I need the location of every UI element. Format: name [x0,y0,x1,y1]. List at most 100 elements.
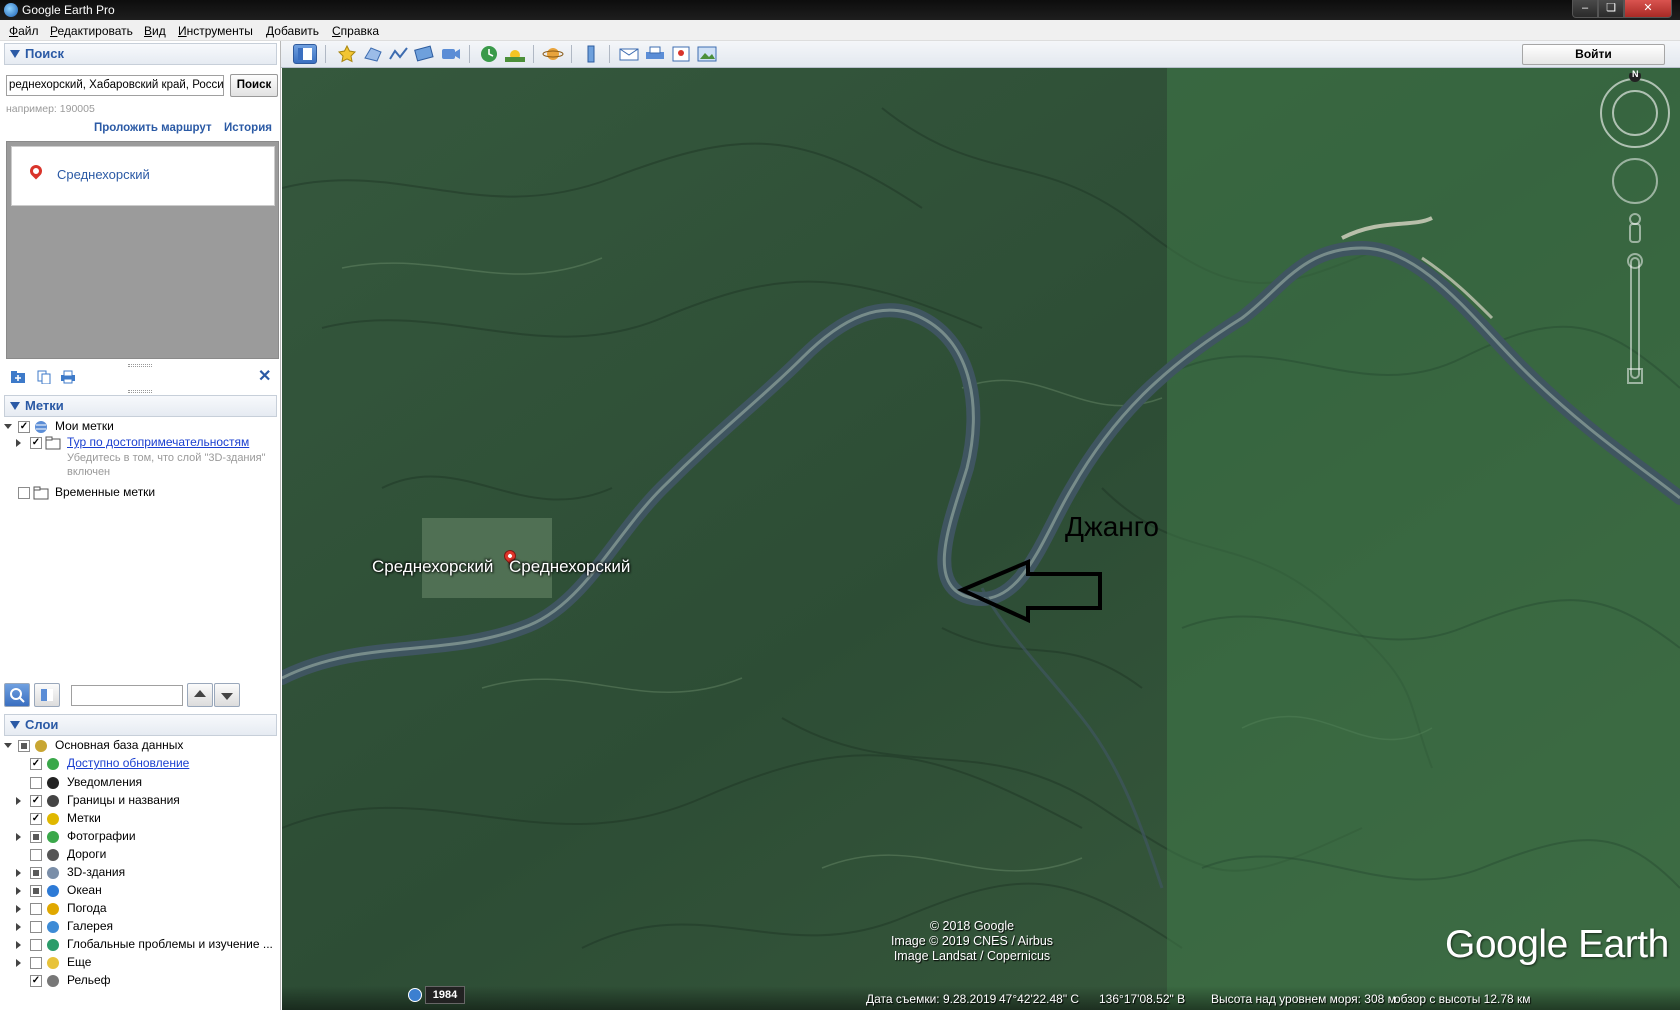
checkbox[interactable] [18,487,30,499]
navigation-controls[interactable] [1595,73,1675,453]
layer-item[interactable]: Фотографии [0,829,281,845]
map-viewport[interactable]: Среднехорский Среднехорский Джанго N © 2… [282,68,1680,1010]
search-button[interactable]: Поиск [230,74,278,97]
print-icon[interactable] [60,370,76,384]
layer-item[interactable]: Дороги [0,847,281,863]
expand-arrow-icon[interactable] [16,959,21,967]
places-item-my-places[interactable]: ✓ Мои метки [0,419,281,435]
toggle-panel-button[interactable] [34,683,60,707]
sign-in-button[interactable]: Войти [1522,44,1665,65]
search-result-name[interactable]: Среднехорский [57,167,150,182]
checkbox[interactable]: ✓ [18,421,30,433]
checkbox[interactable] [30,849,42,861]
layer-item-label: Дороги [67,847,107,861]
checkbox[interactable] [30,903,42,915]
expand-arrow-icon[interactable] [4,424,12,429]
planets-icon[interactable] [541,44,565,64]
layer-item[interactable]: Основная база данных [0,738,281,754]
layer-item[interactable]: Уведомления [0,775,281,791]
title-bar: Google Earth Pro – ❏ ✕ [0,0,1680,20]
menu-file[interactable]: Файл [9,24,39,38]
imagery-year-badge[interactable]: 1984 [425,986,465,1004]
menu-edit[interactable]: Редактировать [50,24,133,38]
print-map-icon[interactable] [643,44,667,64]
email-icon[interactable] [617,44,641,64]
checkbox[interactable]: ✓ [30,975,42,987]
search-input[interactable]: реднехорский, Хабаровский край, Россия [6,75,224,96]
add-polygon-icon[interactable] [361,44,385,64]
history-link[interactable]: История [224,122,272,134]
minimize-button[interactable]: – [1572,0,1598,18]
layer-item[interactable]: Галерея [0,919,281,935]
map-place-label[interactable]: Среднехорский [372,557,493,577]
layer-item[interactable]: Погода [0,901,281,917]
checkbox[interactable] [30,885,42,897]
layer-item[interactable]: ✓ Доступно обновление [0,756,281,772]
expand-arrow-icon[interactable] [16,905,21,913]
add-placemark-icon[interactable] [335,44,359,64]
places-item-label[interactable]: Тур по достопримечательностям [67,435,249,449]
layers-panel-header[interactable]: Слои [4,714,277,736]
layer-item[interactable]: ✓ Рельеф [0,973,281,989]
close-panel-icon[interactable]: ✕ [258,366,271,386]
expand-arrow-icon[interactable] [16,941,21,949]
panel-resize-grip[interactable] [128,364,152,367]
move-down-button[interactable] [214,683,240,707]
toolbar-separator [325,45,326,63]
checkbox[interactable] [30,831,42,843]
places-panel-header[interactable]: Метки [4,395,277,417]
add-path-icon[interactable] [387,44,411,64]
expand-arrow-icon[interactable] [16,797,21,805]
sidebar-toggle-icon[interactable] [293,44,317,64]
layer-item[interactable]: ✓ Границы и названия [0,793,281,809]
add-folder-icon[interactable] [10,370,26,384]
expand-arrow-icon[interactable] [16,923,21,931]
checkbox[interactable]: ✓ [30,795,42,807]
places-filter-input[interactable] [71,685,183,706]
layer-item[interactable]: Еще [0,955,281,971]
checkbox[interactable]: ✓ [30,758,42,770]
checkbox[interactable] [18,740,30,752]
expand-arrow-icon[interactable] [16,887,21,895]
panel-resize-grip[interactable] [128,390,152,393]
places-item-temporary[interactable]: Временные метки [0,485,281,501]
checkbox[interactable] [30,939,42,951]
search-panel-header[interactable]: Поиск [4,43,277,65]
search-places-button[interactable] [4,683,30,707]
layer-item-label[interactable]: Доступно обновление [67,756,189,770]
layer-item[interactable]: Глобальные проблемы и изучение ... [0,937,281,953]
menu-view[interactable]: Вид [144,24,166,38]
map-place-label[interactable]: Среднехорский [509,557,630,577]
checkbox[interactable] [30,777,42,789]
expand-arrow-icon[interactable] [16,833,21,841]
checkbox[interactable]: ✓ [30,437,42,449]
layer-item[interactable]: ✓ Метки [0,811,281,827]
add-image-overlay-icon[interactable] [413,44,437,64]
checkbox[interactable] [30,957,42,969]
historical-imagery-icon[interactable] [477,44,501,64]
record-tour-icon[interactable] [439,44,463,64]
menu-help[interactable]: Справка [332,24,379,38]
layer-item[interactable]: Океан [0,883,281,899]
ruler-icon[interactable] [579,44,603,64]
layer-item[interactable]: 3D-здания [0,865,281,881]
expand-arrow-icon[interactable] [16,869,21,877]
copy-icon[interactable] [36,370,52,385]
historical-clock-icon[interactable] [408,988,422,1002]
directions-link[interactable]: Проложить маршрут [94,122,212,134]
checkbox[interactable] [30,921,42,933]
move-up-button[interactable] [187,683,213,707]
view-in-maps-icon[interactable] [669,44,693,64]
maximize-button[interactable]: ❏ [1598,0,1624,18]
checkbox[interactable] [30,867,42,879]
menu-tools[interactable]: Инструменты [178,24,253,38]
menu-add[interactable]: Добавить [266,24,319,38]
save-image-icon[interactable] [695,44,719,64]
expand-arrow-icon[interactable] [16,439,21,447]
search-result-item[interactable]: Среднехорский [11,146,275,206]
sunlight-icon[interactable] [503,44,527,64]
checkbox[interactable]: ✓ [30,813,42,825]
close-window-button[interactable]: ✕ [1624,0,1672,18]
places-item-tour[interactable]: ✓ Тур по достопримечательностям [0,435,281,451]
expand-arrow-icon[interactable] [4,743,12,748]
